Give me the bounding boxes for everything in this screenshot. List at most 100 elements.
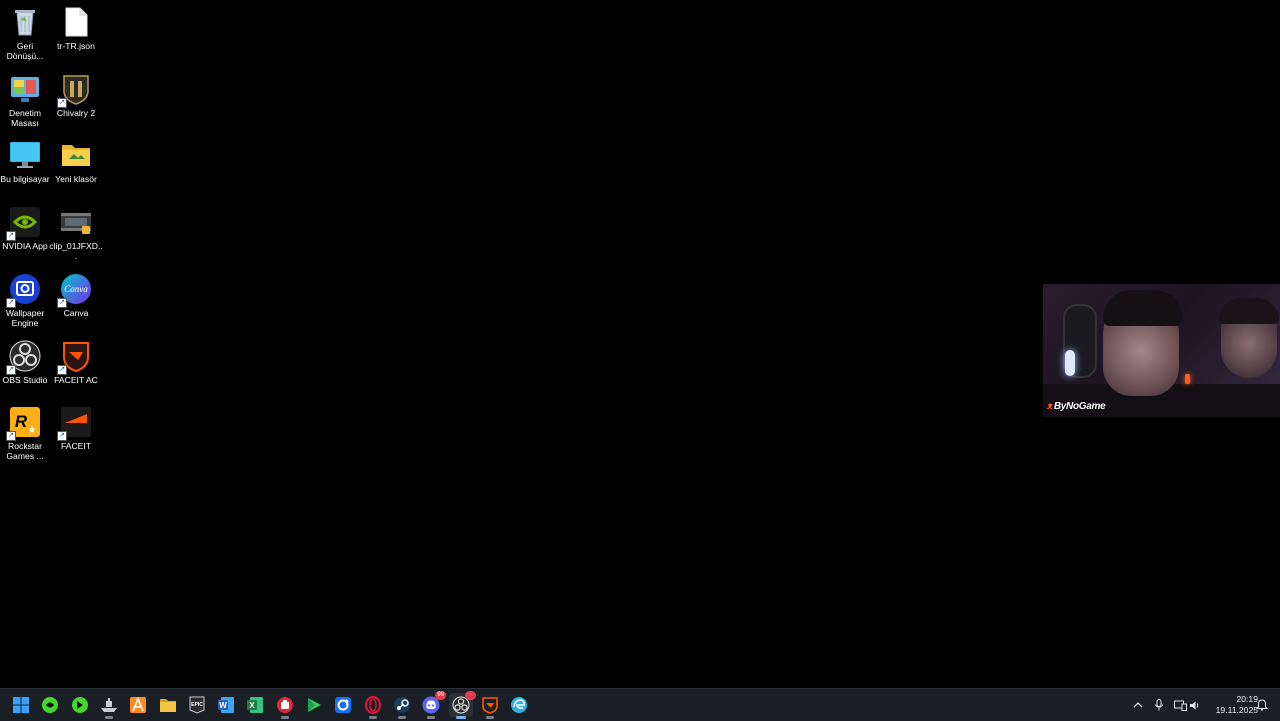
desktop-icon-nvidia[interactable]: ↗ NVIDIA App	[0, 202, 50, 264]
headset-light	[1065, 350, 1075, 376]
shortcut-arrow-icon: ↗	[6, 297, 16, 308]
volume-icon[interactable]	[1187, 697, 1203, 713]
taskbar-blue-app-button[interactable]	[331, 693, 355, 717]
razer-cortex-icon	[71, 696, 89, 714]
desktop-icon-faceit[interactable]: ↗ FACEIT	[51, 402, 101, 464]
faceit-ac-icon: ↗	[57, 340, 92, 375]
folder-icon	[60, 139, 92, 171]
ship-game-icon	[100, 696, 118, 714]
video-file-icon	[60, 206, 92, 238]
windows-start-icon	[12, 696, 30, 714]
taskbar-faceit-ac-taskbar-button[interactable]	[478, 693, 502, 719]
system-clock[interactable]: 20:19 19.11.2025	[1206, 694, 1258, 716]
desktop-icon-label: Rockstar Games ...	[6, 441, 44, 462]
file-icon	[60, 6, 92, 38]
desktop-icon-chivalry[interactable]: ↗ Chivalry 2	[51, 69, 101, 131]
excel-icon: X	[246, 696, 264, 714]
opera-gx-icon	[364, 696, 382, 714]
chevron-up-icon[interactable]	[1130, 697, 1146, 713]
desktop-icon-control-panel[interactable]: Denetim Masası	[0, 69, 50, 131]
notification-badge: 99	[435, 691, 447, 700]
desktop-icon-computer[interactable]: Bu bilgisayar	[0, 135, 50, 197]
taskbar: EPIC W X 99 20:19 19.11.2025	[0, 688, 1280, 721]
faceit-ac-taskbar-icon	[481, 696, 499, 714]
shortcut-arrow-icon: ↗	[57, 431, 67, 442]
desktop-icon-wallpaper-engine[interactable]: ↗ Wallpaper Engine	[0, 269, 50, 331]
shortcut-arrow-icon: ↗	[57, 297, 67, 308]
svg-text:Canva: Canva	[64, 284, 88, 294]
desktop-icon-label: clip_01JFXD...	[49, 241, 103, 262]
desktop-icon-file[interactable]: tr-TR.json	[51, 2, 101, 64]
desktop-icon-label: Canva	[63, 307, 89, 318]
desktop-icon-label: tr-TR.json	[57, 41, 95, 51]
svg-text:X: X	[250, 701, 256, 710]
clock-time: 20:19	[1236, 694, 1258, 704]
taskbar-epic-games-button[interactable]: EPIC	[185, 693, 209, 717]
desktop-icon-faceit-ac[interactable]: ↗ FACEIT AC	[51, 336, 101, 398]
desktop-icon-label: Yeni klasör	[55, 174, 97, 185]
canva-icon: Canva ↗	[57, 273, 92, 308]
svg-text:R: R	[15, 412, 28, 431]
taskbar-red-app-button[interactable]	[273, 693, 297, 719]
taskbar-google-play-games-button[interactable]	[302, 693, 326, 717]
chivalry-icon: ↗	[57, 73, 92, 108]
microphone-icon[interactable]	[1151, 697, 1167, 713]
desktop-icon-recycle-bin[interactable]: Geri Dönüşü...	[0, 2, 50, 64]
running-indicator	[427, 716, 436, 719]
desktop-icon-obs[interactable]: ↗ OBS Studio	[0, 336, 50, 398]
notification-icon[interactable]	[1254, 697, 1270, 713]
running-indicator	[368, 716, 377, 719]
taskbar-razer-cortex-button[interactable]	[68, 693, 92, 717]
fire-icon: ᴥ	[1047, 401, 1053, 412]
recycle-bin-icon	[9, 6, 41, 38]
aimp-icon	[129, 696, 147, 714]
shortcut-arrow-icon: ↗	[6, 364, 16, 375]
taskbar-steam-button[interactable]	[390, 693, 414, 719]
taskbar-aimp-button[interactable]	[126, 693, 150, 717]
notification-badge	[464, 691, 476, 700]
file-explorer-icon	[159, 696, 177, 714]
running-indicator	[397, 716, 406, 719]
obs-icon: ↗	[6, 340, 41, 375]
red-app-icon	[276, 696, 294, 714]
desktop-icon-rockstar[interactable]: R ★ ↗ Rockstar Games ...	[0, 402, 50, 464]
taskbar-opera-gx-button[interactable]	[361, 693, 385, 719]
clock-date: 19.11.2025	[1215, 705, 1258, 715]
person-foreground-hair	[1103, 290, 1183, 326]
desktop-icon-label: FACEIT AC	[54, 374, 98, 385]
taskbar-ship-game-button[interactable]	[97, 693, 121, 719]
running-indicator	[485, 716, 494, 719]
webcam-overlay: ᴥByNoGame	[1043, 284, 1280, 417]
desktop-icon-label: Geri Dönüşü...	[6, 41, 44, 61]
blue-app-icon	[334, 696, 352, 714]
desktop-icon-folder[interactable]: Yeni klasör	[51, 135, 101, 197]
desktop-icon-video-file[interactable]: clip_01JFXD...	[49, 202, 103, 264]
streamer-tag: ᴥByNoGame	[1047, 401, 1106, 412]
google-play-games-icon	[305, 696, 323, 714]
rockstar-icon: R ★ ↗	[6, 406, 41, 442]
lighter-flame	[1185, 374, 1190, 384]
running-indicator	[104, 716, 113, 719]
desktop-icon-canva[interactable]: Canva ↗ Canva	[51, 269, 101, 331]
desktop-icon-label: Bu bilgisayar	[0, 174, 50, 185]
taskbar-discord-button[interactable]: 99	[419, 691, 447, 719]
control-panel-icon	[9, 73, 41, 105]
epic-games-icon: EPIC	[188, 696, 206, 714]
desktop[interactable]: Geri Dönüşü... tr-TR.json Denetim Masası ↗ C…	[0, 0, 1280, 688]
taskbar-edge-button[interactable]	[507, 693, 531, 717]
network-icon[interactable]	[1172, 697, 1188, 713]
taskbar-word-button[interactable]: W	[214, 693, 238, 717]
taskbar-razer-button[interactable]	[38, 693, 62, 717]
svg-text:W: W	[219, 701, 227, 710]
desktop-icon-label: NVIDIA App	[2, 241, 48, 252]
taskbar-windows-start-button[interactable]	[9, 693, 33, 717]
taskbar-excel-button[interactable]: X	[243, 693, 267, 717]
shortcut-arrow-icon: ↗	[6, 231, 16, 242]
running-indicator	[455, 716, 466, 719]
shortcut-arrow-icon: ↗	[57, 364, 67, 375]
taskbar-obs-taskbar-button[interactable]	[448, 691, 476, 719]
word-icon: W	[217, 696, 235, 714]
edge-icon	[510, 696, 528, 714]
taskbar-file-explorer-button[interactable]	[156, 693, 180, 717]
wallpaper-engine-icon: ↗	[6, 273, 41, 308]
